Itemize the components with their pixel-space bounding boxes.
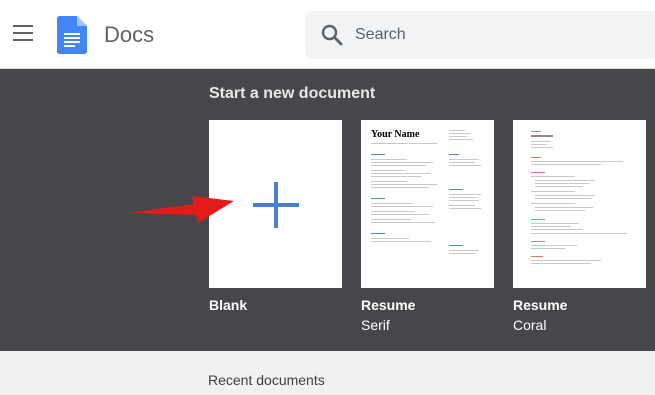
template-resume-coral-sublabel[interactable]: Coral — [513, 317, 546, 333]
recent-documents-title: Recent documents — [208, 372, 325, 388]
template-resume-coral-label[interactable]: Resume — [513, 297, 567, 313]
template-resume-serif-label[interactable]: Resume — [361, 297, 415, 313]
recent-documents-section: Recent documents — [0, 351, 655, 395]
app-title[interactable]: Docs — [104, 22, 154, 48]
template-resume-serif-sublabel[interactable]: Serif — [361, 317, 390, 333]
template-resume-serif[interactable]: Your Name — [361, 120, 494, 288]
hamburger-menu-icon[interactable] — [13, 25, 33, 41]
search-bar[interactable] — [305, 11, 655, 59]
top-bar: Docs — [0, 0, 655, 69]
google-docs-logo-icon[interactable] — [57, 16, 87, 54]
template-gallery: Start a new document Your Name Blank Res… — [0, 69, 655, 351]
search-icon[interactable] — [321, 24, 343, 46]
resume-name-heading: Your Name — [371, 129, 420, 140]
gallery-title: Start a new document — [209, 85, 376, 102]
template-resume-coral[interactable] — [513, 120, 646, 288]
plus-icon — [253, 182, 299, 228]
search-input[interactable] — [355, 24, 635, 46]
red-arrow-icon — [128, 196, 234, 223]
template-blank-label[interactable]: Blank — [209, 297, 247, 313]
